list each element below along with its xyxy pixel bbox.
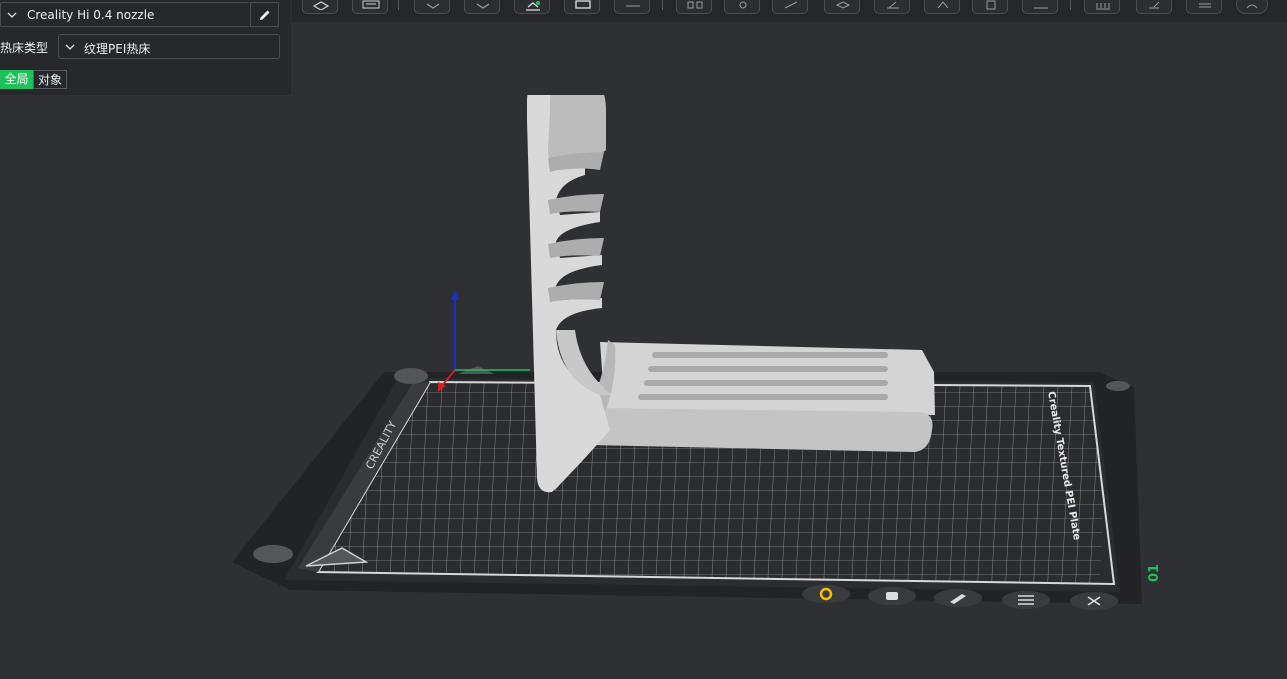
view-cube-button[interactable] bbox=[302, 0, 338, 14]
pencil-icon bbox=[260, 10, 270, 20]
edit-printer-button[interactable] bbox=[250, 2, 279, 27]
seam-button[interactable] bbox=[972, 0, 1008, 14]
plate-corner-badge bbox=[394, 368, 428, 384]
printer-settings-panel: Creality Hi 0.4 nozzle 热床类型 纹理PEI热床 全局 对… bbox=[0, 0, 291, 95]
delete-plate-button[interactable] bbox=[1070, 592, 1118, 610]
layer-icon bbox=[835, 1, 851, 9]
auto-orient-icon bbox=[526, 1, 540, 11]
toolbar-separator bbox=[398, 0, 399, 10]
seam-icon bbox=[986, 0, 996, 10]
cut-icon bbox=[887, 1, 899, 9]
add-part-icon bbox=[426, 3, 440, 9]
printer-name: Creality Hi 0.4 nozzle bbox=[27, 8, 155, 22]
chevron-down-icon bbox=[7, 12, 17, 18]
slice-view-button[interactable] bbox=[1186, 0, 1222, 14]
bed-type-dropdown[interactable]: 纹理PEI热床 bbox=[58, 34, 280, 59]
shape-button[interactable] bbox=[464, 0, 500, 14]
layout-icon bbox=[626, 5, 640, 7]
mirror-button[interactable] bbox=[1022, 0, 1058, 14]
select-plate-button[interactable] bbox=[802, 585, 850, 603]
lock-plate-button[interactable] bbox=[868, 587, 916, 605]
help-icon bbox=[1246, 4, 1258, 9]
top-toolbar bbox=[292, 0, 1287, 22]
keyboard-icon bbox=[362, 0, 380, 9]
add-part-button[interactable] bbox=[414, 0, 450, 14]
auto-orient-button[interactable] bbox=[514, 0, 550, 14]
support-button[interactable] bbox=[924, 0, 960, 14]
arrange-button[interactable] bbox=[564, 0, 600, 14]
layer-button[interactable] bbox=[824, 0, 860, 14]
assembly-icon bbox=[1096, 3, 1110, 10]
tab-object[interactable]: 对象 bbox=[33, 70, 67, 89]
assembly-button[interactable] bbox=[1084, 0, 1120, 14]
edit-plate-button[interactable] bbox=[934, 589, 982, 607]
plate-corner-badge bbox=[253, 545, 293, 563]
model-arm-front bbox=[590, 408, 933, 452]
measure-icon bbox=[784, 1, 798, 9]
plate-corner-badge bbox=[1106, 381, 1130, 391]
bed-type-label: 热床类型 bbox=[0, 41, 49, 55]
help-button[interactable] bbox=[1236, 0, 1268, 14]
split-objects-button[interactable] bbox=[676, 0, 712, 14]
lock-plate-icon bbox=[886, 592, 898, 600]
keyboard-button[interactable] bbox=[352, 0, 388, 14]
z-axis-arrow-icon bbox=[451, 290, 459, 300]
tab-global[interactable]: 全局 bbox=[0, 70, 33, 89]
slice-view-icon bbox=[1199, 3, 1211, 8]
toolbar-separator bbox=[662, 0, 663, 10]
measure-button[interactable] bbox=[772, 0, 808, 14]
settings-button[interactable] bbox=[724, 0, 760, 14]
bed-type-value: 纹理PEI热床 bbox=[84, 42, 151, 56]
printer-dropdown[interactable]: Creality Hi 0.4 nozzle bbox=[0, 2, 249, 27]
chevron-down-icon bbox=[65, 44, 75, 50]
text-icon bbox=[1149, 1, 1160, 9]
cut-button[interactable] bbox=[874, 0, 910, 14]
plate-number: 01 bbox=[1147, 564, 1162, 582]
model-l-bracket[interactable] bbox=[527, 95, 935, 493]
arrange-icon bbox=[575, 0, 591, 9]
view-cube-icon bbox=[312, 1, 330, 10]
split-objects-icon bbox=[687, 1, 703, 9]
3d-viewport[interactable]: CREALITY Creality Textured PEI Plate 01 bbox=[0, 95, 1287, 679]
mirror-icon bbox=[1034, 7, 1048, 9]
toolbar-separator bbox=[1070, 0, 1071, 10]
arrange-plate-button[interactable] bbox=[1002, 591, 1050, 609]
text-button[interactable] bbox=[1136, 0, 1172, 14]
support-icon bbox=[937, 1, 949, 9]
layout-button[interactable] bbox=[614, 0, 650, 14]
shape-icon bbox=[476, 3, 490, 9]
settings-gear-icon bbox=[739, 1, 747, 9]
